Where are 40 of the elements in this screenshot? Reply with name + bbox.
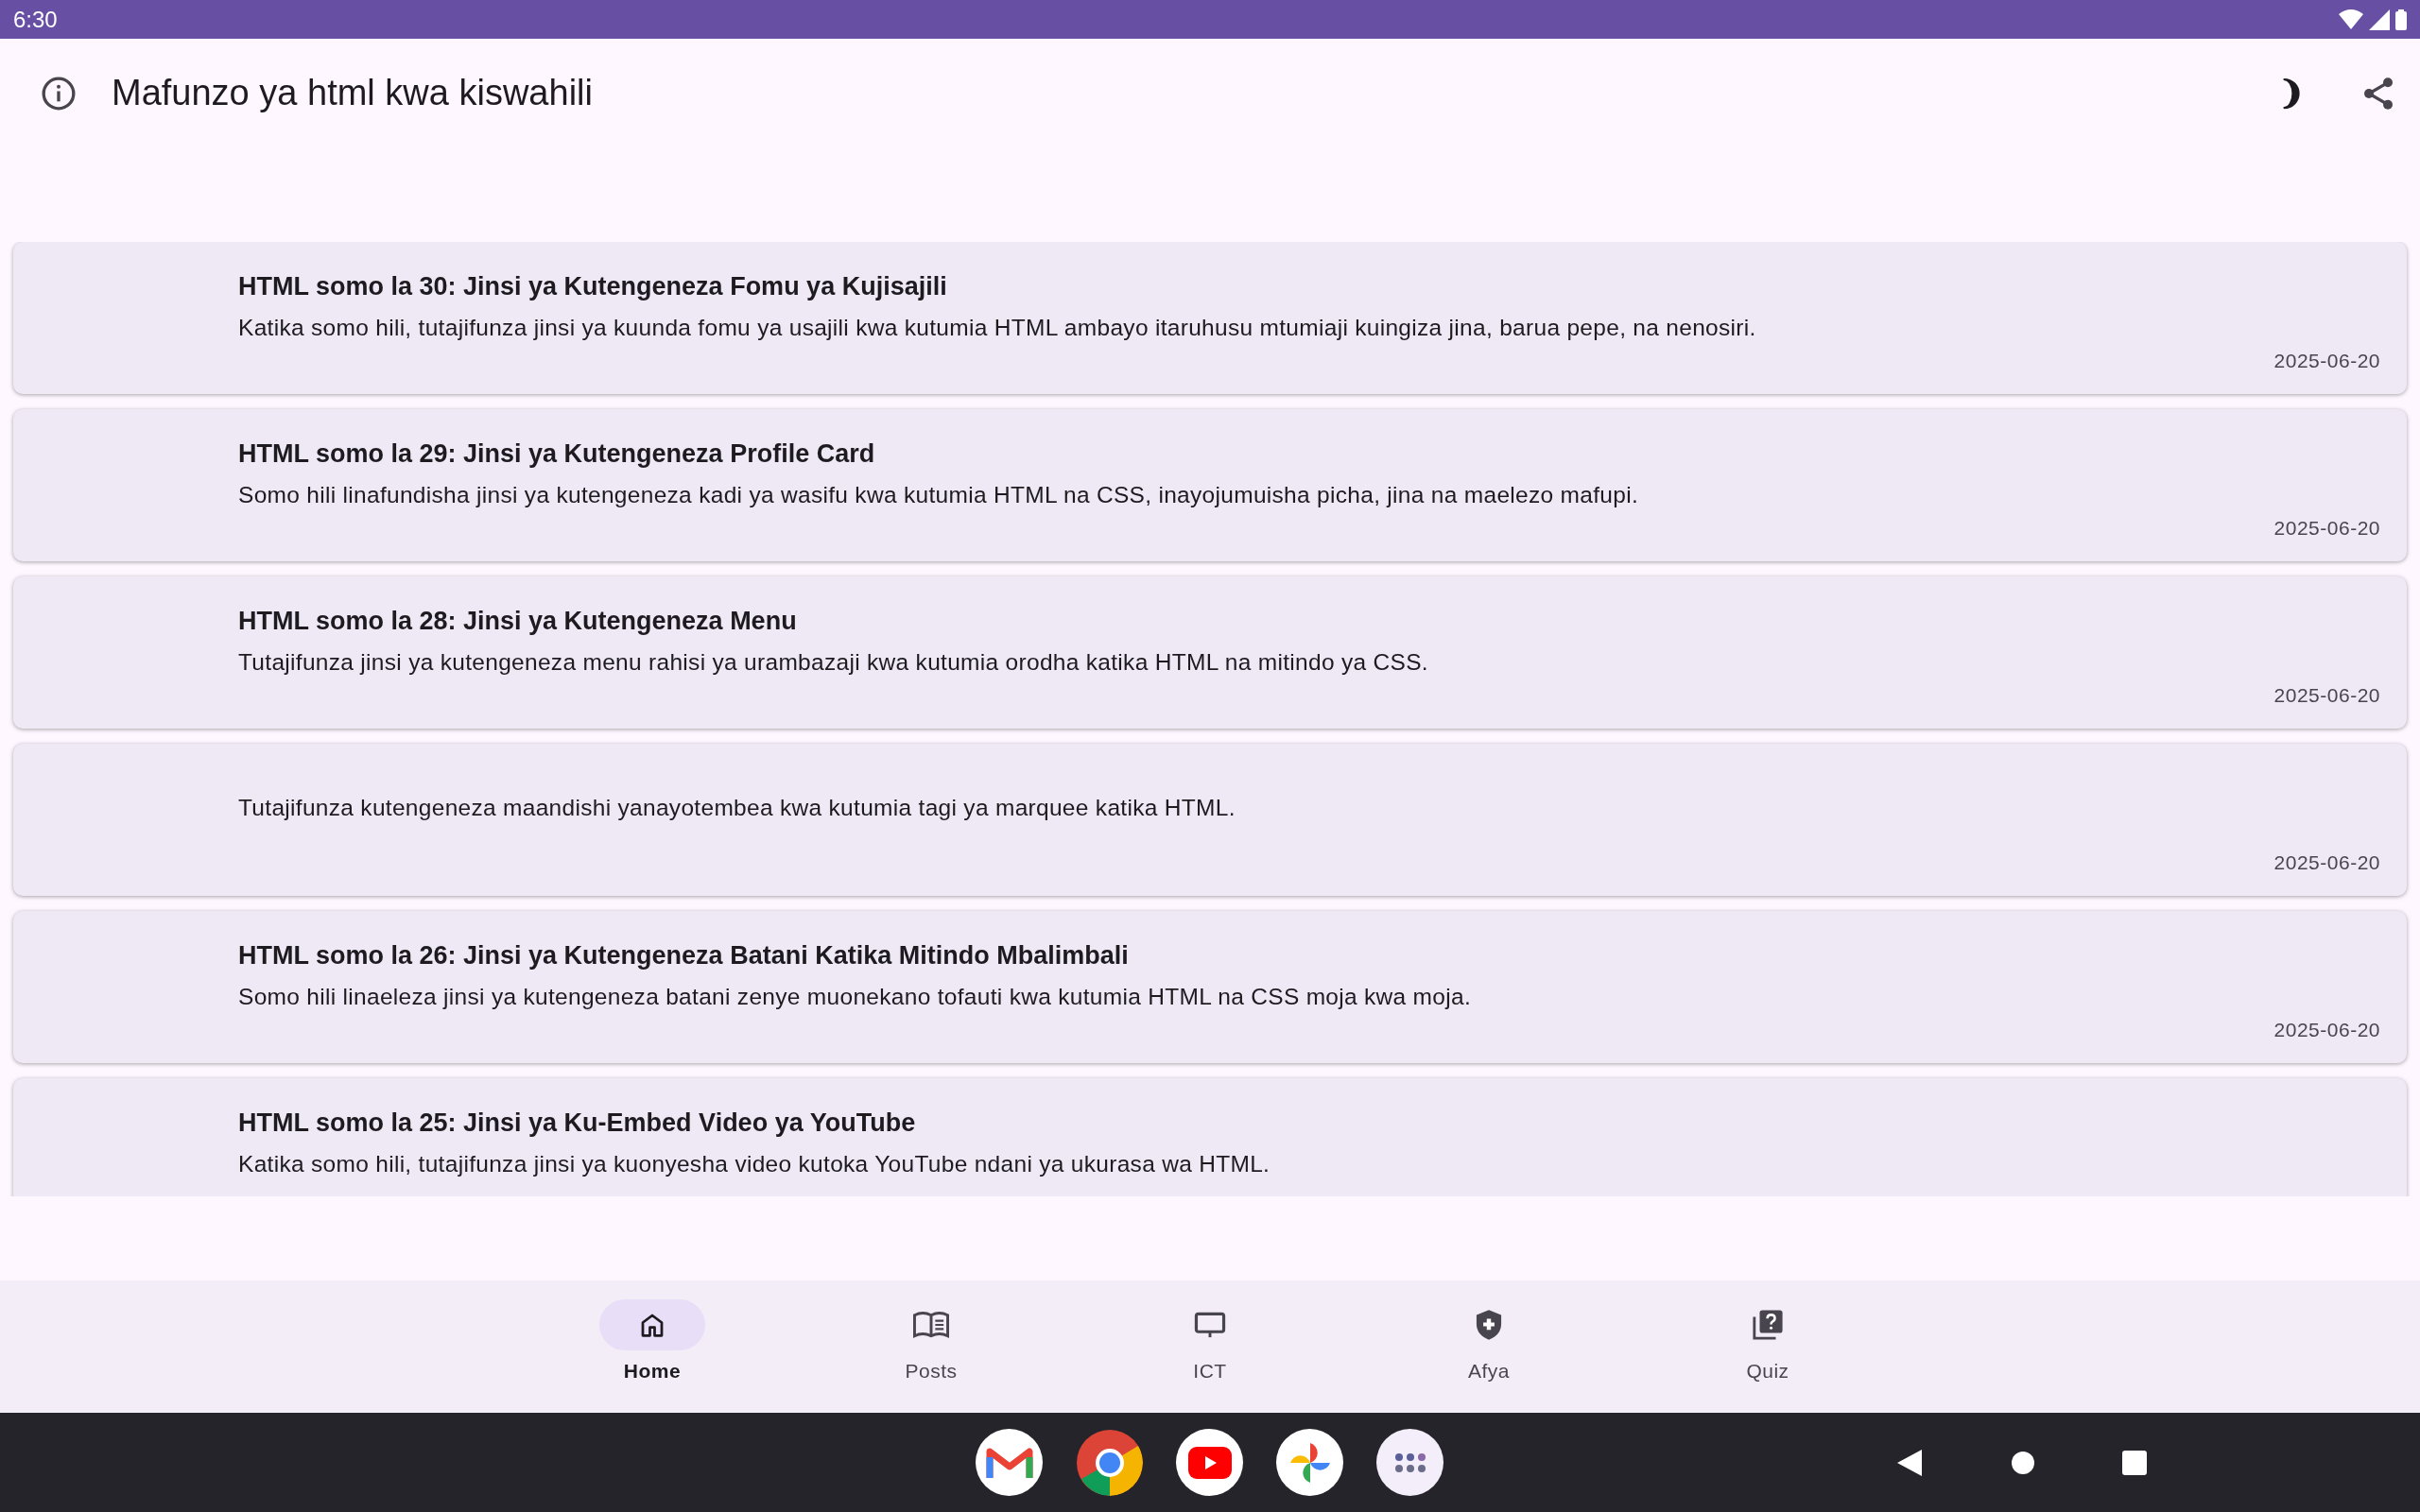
recents-icon[interactable] <box>2122 1450 2147 1475</box>
battery-icon <box>2395 9 2407 30</box>
post-date: 2025-06-20 <box>2273 350 2380 372</box>
post-date: 2025-06-20 <box>2273 1019 2380 1041</box>
app-title: Mafunzo ya html kwa kiswahili <box>112 73 594 113</box>
post-description: Tutajifunza kutengeneza maandishi yanayotembea kwa kutumia tagi ya marquee katika HTML. <box>238 795 1236 821</box>
nav-tab[interactable]: Quiz <box>1628 1280 1908 1413</box>
post-card[interactable]: HTML somo la 25: Jinsi ya Ku-Embed Video ya YouTube Katika somo hili, tutajifunza jinsi ya kuonyesha video kutoka YouTube ndani ya ukurasa wa HTML. <box>13 1078 2407 1196</box>
wifi-icon <box>2339 9 2363 30</box>
back-icon[interactable] <box>1897 1448 1924 1477</box>
post-title: HTML somo la 28: Jinsi ya Kutengeneza Menu <box>238 606 798 636</box>
medical-shield-icon <box>1475 1309 1503 1341</box>
nav-tab[interactable]: Home <box>512 1280 792 1413</box>
post-card[interactable] <box>13 242 2407 394</box>
home-button-icon[interactable] <box>2011 1450 2035 1475</box>
post-description: Katika somo hili, tutajifunza jinsi ya kuonyesha video kutoka YouTube ndani ya ukurasa wa HTML. <box>238 1150 1271 1177</box>
post-date: 2025-06-20 <box>2273 851 2380 874</box>
browser-app-icon[interactable] <box>1076 1429 1143 1496</box>
nav-tab[interactable]: Afya <box>1349 1280 1629 1413</box>
post-title: HTML somo la 30: Jinsi ya Kutengeneza Fomu ya Kujisajili <box>238 271 948 301</box>
nav-tab[interactable]: Posts <box>791 1280 1071 1413</box>
post-title: HTML somo la 29: Jinsi ya Kutengeneza Profile Card <box>238 438 876 469</box>
post-date: 2025-06-20 <box>2273 517 2380 540</box>
book-icon <box>913 1311 949 1339</box>
post-card[interactable]: HTML somo la 26: Jinsi ya Kutengeneza Batani Katika Mitindo Mbalimbali Somo hili linaeleza jinsi ya kutengeneza batani zenye muonekano tofauti kwa kutumia HTML na CSS moja kwa moja. 2025-06-20 <box>13 911 2407 1063</box>
post-description: Katika somo hili, tutajifunza jinsi ya kuunda fomu ya usajili kwa kutumia HTML ambayo itaruhusu mtumiaji kuingiza jina, barua pepe, na nenosiri. <box>238 314 1757 341</box>
monitor-icon <box>1193 1310 1227 1340</box>
post-title: HTML somo la 25: Jinsi ya Ku-Embed Video ya YouTube <box>238 1108 917 1138</box>
post-card[interactable]: Tutajifunza kutengeneza maandishi yanayotembea kwa kutumia tagi ya marquee katika HTML. 2025-06-20 <box>13 744 2407 896</box>
status-time: 6:30 <box>13 6 58 33</box>
post-title: HTML somo la 26: Jinsi ya Kutengeneza Batani Katika Mitindo Mbalimbali <box>238 940 1130 971</box>
post-card[interactable]: HTML somo la 28: Jinsi ya Kutengeneza Menu Tutajifunza jinsi ya kutengeneza menu rahisi ya urambazaji kwa kutumia orodha katika HTML na mitindo ya CSS. 2025-06-20 <box>13 576 2407 729</box>
post-card[interactable]: HTML somo la 29: Jinsi ya Kutengeneza Profile Card Somo hili linafundisha jinsi ya kutengeneza kadi ya wasifu kwa kutumia HTML na CSS, inayojumuisha picha, jina na maelezo mafupi. 2025-06-20 <box>13 409 2407 561</box>
post-date: 2025-06-20 <box>2273 684 2380 707</box>
post-description: Somo hili linafundisha jinsi ya kutengeneza kadi ya wasifu kwa kutumia HTML na CSS, inayojumuisha picha, jina na maelezo mafupi. <box>238 481 1639 508</box>
post-description: Somo hili linaeleza jinsi ya kutengeneza batani zenye muonekano tofauti kwa kutumia HTML na CSS moja kwa moja. <box>238 983 1473 1010</box>
post-description: Tutajifunza jinsi ya kutengeneza menu rahisi ya urambazaji kwa kutumia orodha katika HTML na mitindo ya CSS. <box>238 648 1429 676</box>
nav-tab[interactable]: ICT <box>1070 1280 1350 1413</box>
quiz-icon <box>1752 1309 1784 1341</box>
signal-icon <box>2369 9 2390 30</box>
